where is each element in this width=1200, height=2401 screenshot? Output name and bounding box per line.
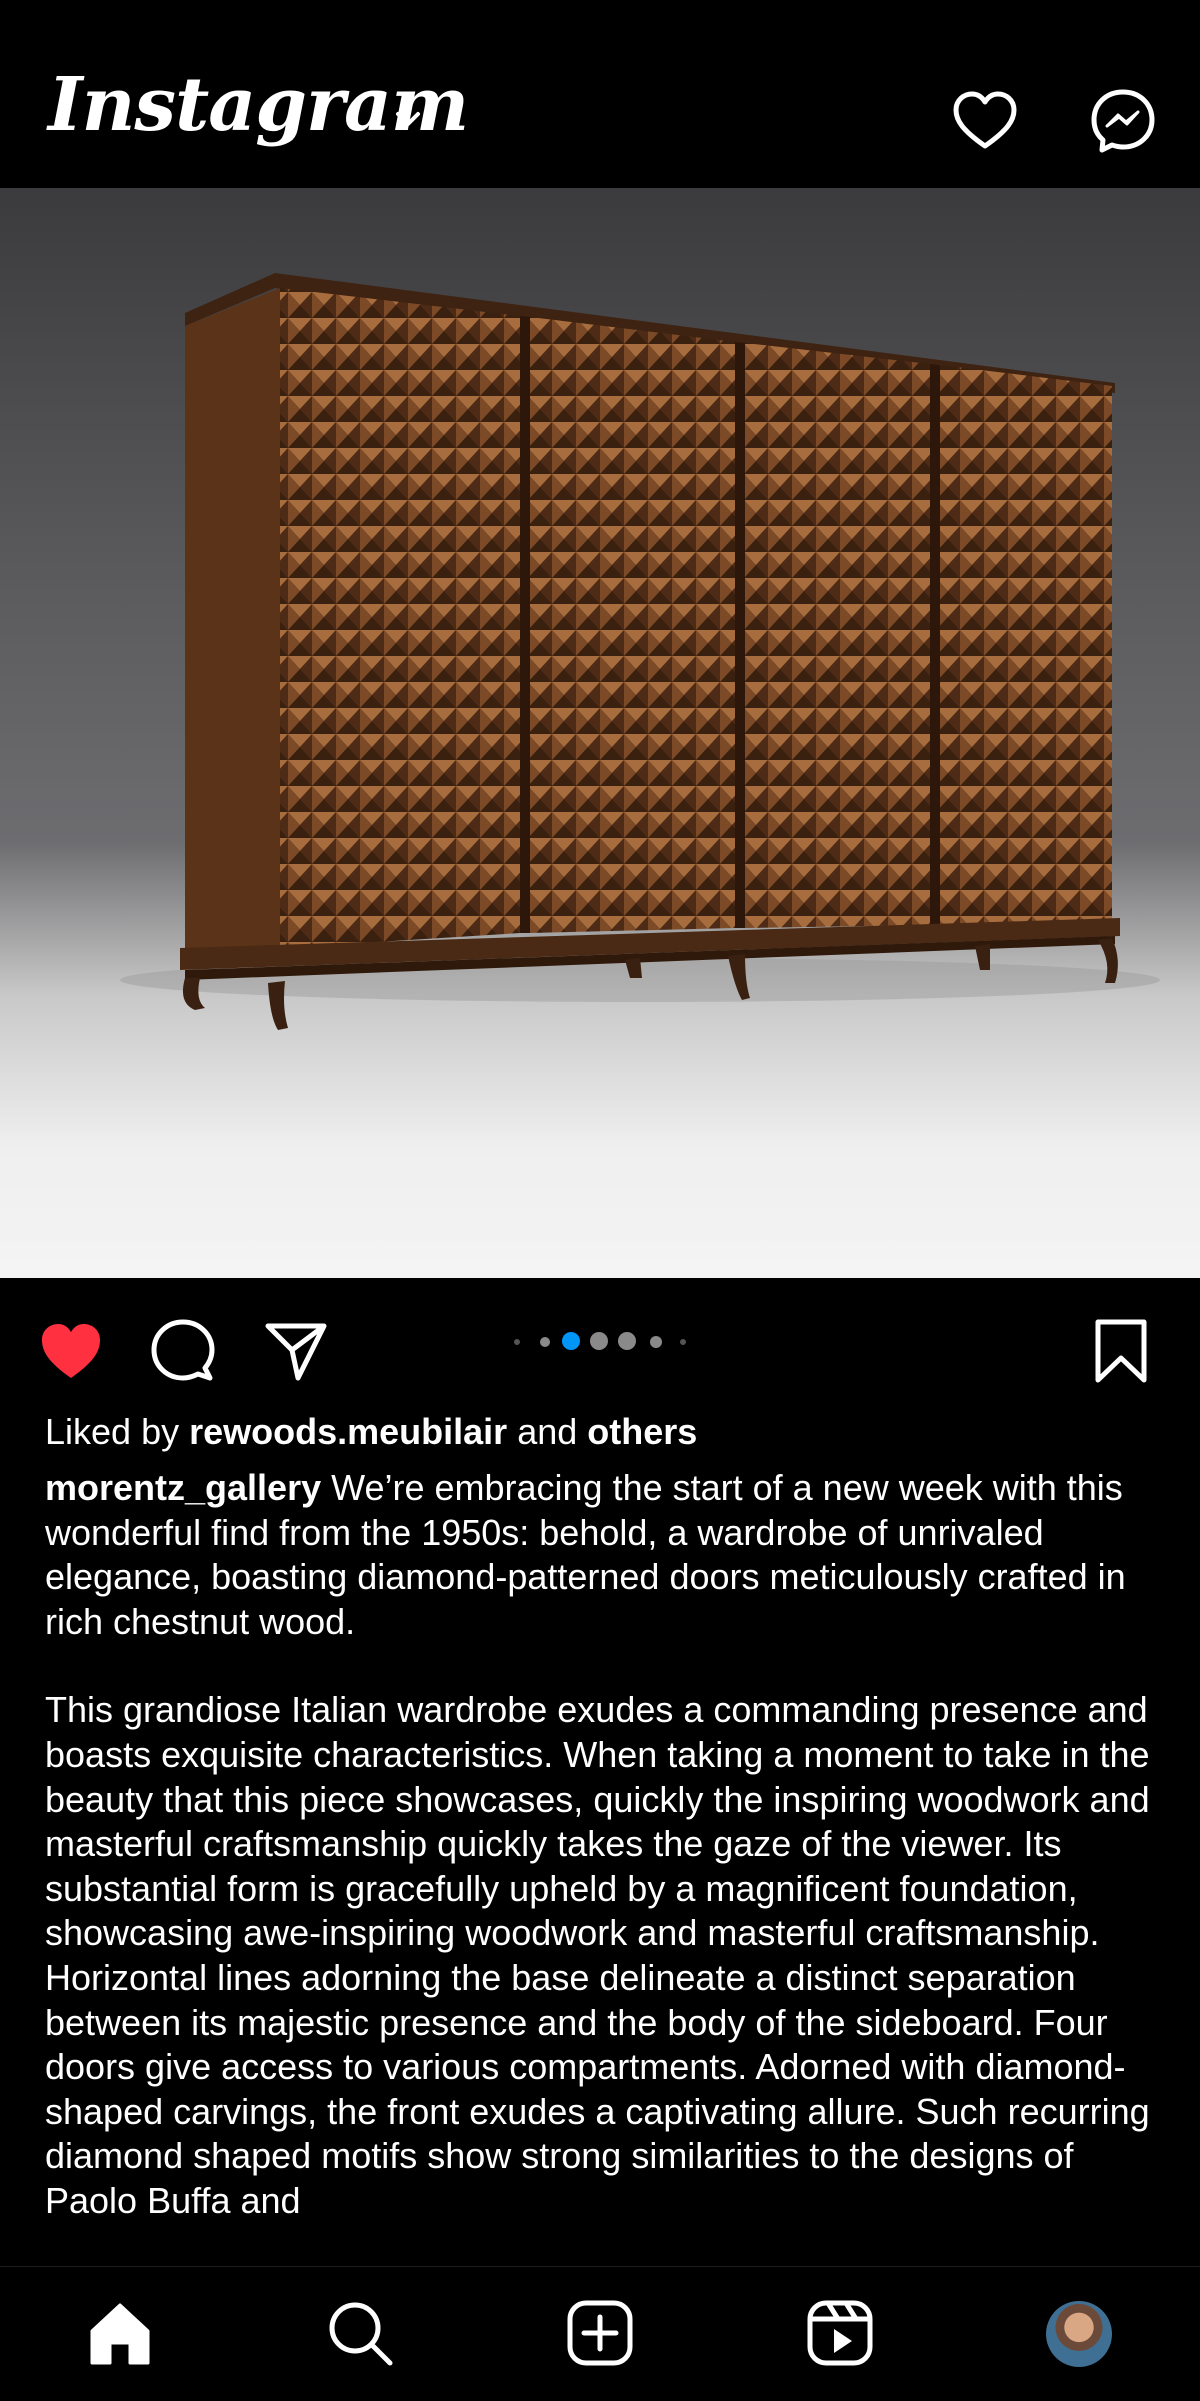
messenger-icon[interactable] [1088, 86, 1158, 156]
liked-heart-icon[interactable] [38, 1318, 104, 1384]
chevron-down-icon[interactable] [388, 100, 428, 140]
likes-summary: Liked by rewoods.meubilair and others [45, 1410, 1155, 1454]
liked-by-and: and [517, 1411, 578, 1452]
carousel-dot-active [562, 1332, 580, 1350]
bottom-navigation [0, 2266, 1200, 2401]
bookmark-icon[interactable] [1088, 1318, 1154, 1384]
carousel-dot [680, 1339, 686, 1345]
search-icon[interactable] [324, 2297, 396, 2369]
carousel-dot [590, 1332, 608, 1350]
carousel-dot [650, 1336, 662, 1348]
heart-icon[interactable] [950, 86, 1020, 156]
share-icon[interactable] [262, 1318, 328, 1384]
post-caption: morentz_gallery We’re embracing the star… [45, 1466, 1165, 2266]
carousel-dot [540, 1337, 550, 1347]
reels-icon[interactable] [804, 2297, 876, 2369]
liked-by-prefix: Liked by [45, 1411, 180, 1452]
post-image[interactable] [0, 188, 1200, 1278]
profile-avatar[interactable] [1046, 2301, 1112, 2367]
carousel-dot [514, 1339, 520, 1345]
carousel-dot [618, 1332, 636, 1350]
carousel-indicator [510, 1330, 700, 1354]
create-post-icon[interactable] [564, 2297, 636, 2369]
comment-icon[interactable] [150, 1318, 216, 1384]
home-icon[interactable] [84, 2297, 156, 2369]
top-bar: Instagram [0, 0, 1200, 188]
author-username[interactable]: morentz_gallery [45, 1467, 321, 1508]
wardrobe-photo [120, 273, 1160, 1030]
liked-by-others-link[interactable]: others [587, 1411, 697, 1452]
caption-paragraph-2: This grandiose Italian wardrobe exudes a… [45, 1689, 1150, 2221]
liked-by-username[interactable]: rewoods.meubilair [189, 1411, 507, 1452]
